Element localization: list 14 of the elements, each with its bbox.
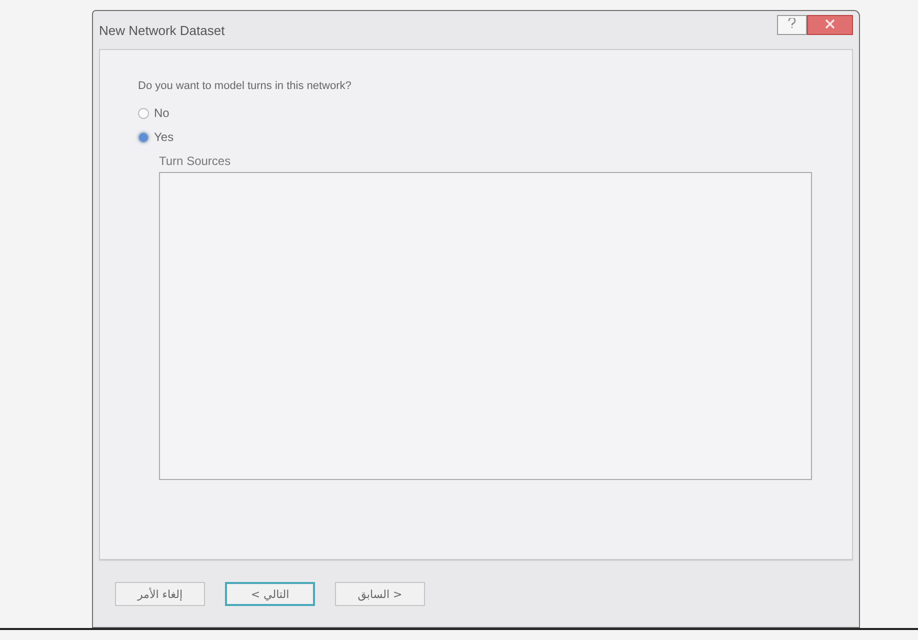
help-button[interactable] — [777, 15, 807, 35]
wizard-button[interactable]: إلغاء الأمر — [115, 582, 205, 606]
turn-sources-label: Turn Sources — [159, 154, 232, 168]
question-mark-icon — [788, 18, 796, 29]
wizard-button[interactable]: < السابق — [335, 582, 425, 606]
window-title: New Network Dataset — [99, 22, 225, 38]
radio-option[interactable]: No — [138, 106, 812, 120]
close-button[interactable] — [807, 15, 853, 35]
question-text: Do you want to model turns in this network? — [138, 80, 352, 92]
wizard-button[interactable]: التالي > — [225, 582, 315, 606]
radio-button[interactable] — [138, 108, 149, 118]
radio-option[interactable]: Yes — [138, 130, 812, 144]
close-icon — [825, 19, 835, 29]
radio-button[interactable] — [138, 132, 149, 142]
